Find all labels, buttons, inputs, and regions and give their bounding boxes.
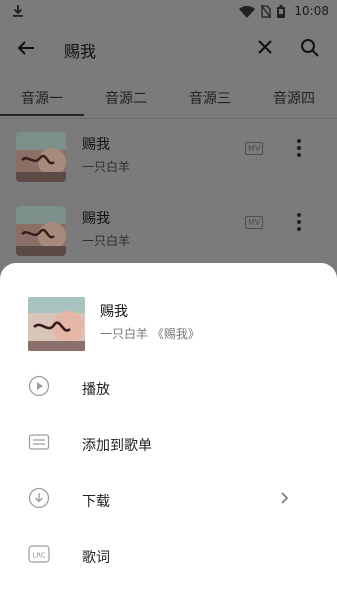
sheet-song-title: 赐我 (100, 304, 128, 320)
song-row[interactable]: 赐我 一只白羊 MV (0, 122, 337, 192)
download-notification-icon (13, 5, 23, 17)
action-add-to-playlist[interactable]: 添加到歌单 (0, 417, 337, 473)
action-download-label: 下载 (82, 494, 110, 510)
chevron-right-icon (281, 492, 289, 504)
clock: 10:08 (294, 4, 329, 18)
song-artist: 一只白羊 (82, 160, 131, 174)
svg-text:LRC: LRC (32, 552, 45, 560)
action-lyrics[interactable]: LRC 歌词 (0, 529, 337, 585)
playlist-add-icon (28, 434, 50, 450)
mv-badge[interactable]: MV (245, 142, 264, 155)
sheet-song-header: 赐我 一只白羊 《赐我》 (28, 297, 328, 353)
source-tabs: 音源一 音源二 音源三 音源四 (0, 80, 337, 116)
status-bar: 10:08 (0, 0, 337, 24)
close-icon[interactable] (256, 38, 274, 56)
song-title: 赐我 (82, 211, 110, 227)
action-play[interactable]: 播放 (0, 361, 337, 417)
tab-source-1[interactable]: 音源一 (0, 80, 84, 116)
mv-badge[interactable]: MV (245, 216, 264, 229)
song-actions-sheet: 赐我 一只白羊 《赐我》 播放 添加到歌单 下载 LRC 歌词 (0, 263, 337, 600)
action-play-label: 播放 (82, 382, 110, 398)
tab-source-2[interactable]: 音源二 (84, 80, 168, 116)
album-cover (16, 132, 66, 182)
more-vert-icon[interactable] (295, 212, 303, 232)
action-download[interactable]: 下载 (0, 473, 337, 529)
song-artist: 一只白羊 (82, 234, 131, 248)
wifi-icon (239, 5, 255, 18)
play-circle-icon (28, 375, 50, 397)
no-sim-icon (261, 5, 271, 18)
download-icon (28, 487, 50, 509)
song-title: 赐我 (82, 137, 110, 153)
more-vert-icon[interactable] (295, 138, 303, 158)
tab-source-3[interactable]: 音源三 (168, 80, 252, 116)
back-arrow-icon[interactable] (16, 38, 36, 58)
tab-divider (0, 118, 337, 119)
tab-source-4[interactable]: 音源四 (252, 80, 336, 116)
lrc-icon: LRC (28, 545, 50, 563)
sheet-album-cover (28, 297, 85, 351)
search-bar: 赐我 (0, 28, 337, 70)
search-icon[interactable] (300, 38, 320, 58)
battery-icon (277, 5, 285, 18)
action-lyrics-label: 歌词 (82, 550, 110, 566)
sheet-song-subtitle: 一只白羊 《赐我》 (100, 327, 200, 341)
song-row[interactable]: 赐我 一只白羊 MV (0, 196, 337, 266)
action-add-to-playlist-label: 添加到歌单 (82, 438, 152, 454)
album-cover (16, 206, 66, 256)
search-query[interactable]: 赐我 (64, 38, 96, 62)
